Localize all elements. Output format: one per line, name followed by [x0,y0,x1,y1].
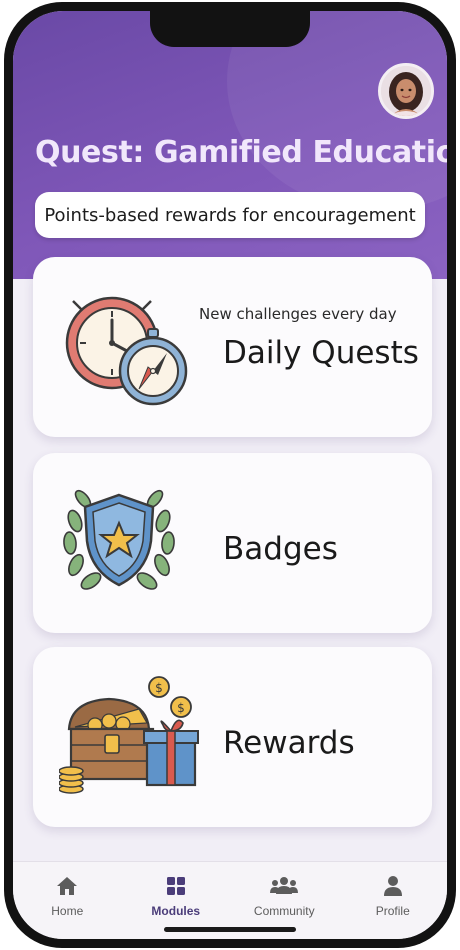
tab-home-label: Home [51,904,84,918]
shield-star-badge-icon [63,489,175,590]
daily-quests-title: Daily Quests [223,335,419,371]
tab-community-label: Community [253,904,315,918]
clock-compass-icon [65,296,188,406]
person-icon [383,876,402,896]
home-indicator [164,927,296,932]
daily-quests-card[interactable]: New challenges every day Daily Quests [33,257,432,437]
tab-modules-label: Modules [151,904,201,918]
camera-notch [150,11,310,47]
people-icon [270,877,299,894]
tab-profile[interactable]: Profile [339,862,448,939]
svg-text:$: $ [177,701,185,715]
app-screen: Quest: Gamified Education Points-based r… [13,11,447,939]
phone-frame: Quest: Gamified Education Points-based r… [4,2,456,948]
tab-profile-label: Profile [375,904,410,918]
badges-title: Badges [223,531,338,567]
subtitle-banner: Points-based rewards for encouragement [35,192,425,238]
treasure-chest-icon: $ $ [59,676,199,794]
tab-home[interactable]: Home [13,862,122,939]
app-title: Quest: Gamified Education [35,135,447,170]
rewards-title: Rewards [223,725,355,761]
badges-card[interactable]: Badges [33,453,432,633]
avatar-image [381,66,431,116]
grid-icon [166,877,185,895]
daily-quests-subtitle: New challenges every day [199,305,397,323]
avatar[interactable] [378,63,434,119]
svg-text:$: $ [155,681,163,695]
rewards-card[interactable]: $ $ Rewards [33,647,432,827]
home-icon [57,877,78,895]
